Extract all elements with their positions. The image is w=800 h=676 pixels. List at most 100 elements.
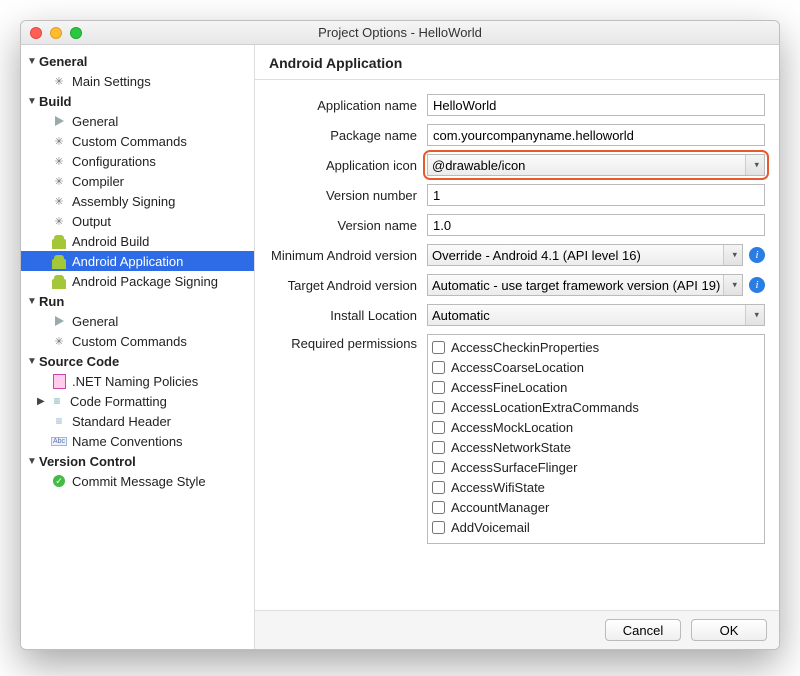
row-version-number: Version number (269, 184, 765, 206)
permission-item[interactable]: AccessNetworkState (432, 437, 760, 457)
check-icon (51, 473, 67, 489)
input-package-name[interactable] (427, 124, 765, 146)
sidebar-item[interactable]: Name Conventions (21, 431, 254, 451)
permission-checkbox[interactable] (432, 361, 445, 374)
select-application-icon[interactable]: @drawable/icon ▾ (427, 154, 765, 176)
select-minimum-version[interactable]: Override - Android 4.1 (API level 16) ▾ (427, 244, 743, 266)
sidebar-item[interactable]: Output (21, 211, 254, 231)
input-version-name[interactable] (427, 214, 765, 236)
select-target-version[interactable]: Automatic - use target framework version… (427, 274, 743, 296)
sidebar-group[interactable]: ▼Run (21, 291, 254, 311)
sidebar-item-label: Custom Commands (72, 334, 187, 349)
permission-item[interactable]: AccessLocationExtraCommands (432, 397, 760, 417)
gear-icon (51, 133, 67, 149)
disclosure-icon: ▼ (27, 456, 37, 467)
sidebar-item-label: General (72, 314, 118, 329)
permission-label: AccountManager (451, 500, 549, 515)
row-application-icon: Application icon @drawable/icon ▾ (269, 154, 765, 176)
sidebar-item[interactable]: General (21, 111, 254, 131)
permission-item[interactable]: AccessFineLocation (432, 377, 760, 397)
permission-label: AccessNetworkState (451, 440, 571, 455)
sidebar-item[interactable]: ▶ Code Formatting (21, 391, 254, 411)
disclosure-icon: ▶ (37, 396, 47, 407)
sidebar-item[interactable]: Custom Commands (21, 131, 254, 151)
disclosure-icon: ▼ (27, 96, 37, 107)
sidebar-item[interactable]: Commit Message Style (21, 471, 254, 491)
android-icon (51, 273, 67, 289)
sidebar-item[interactable]: Standard Header (21, 411, 254, 431)
sidebar-item[interactable]: General (21, 311, 254, 331)
sidebar-group-label: Build (39, 94, 72, 109)
permission-label: AccessFineLocation (451, 380, 567, 395)
sidebar-item-label: Code Formatting (70, 394, 167, 409)
select-install-location[interactable]: Automatic ▾ (427, 304, 765, 326)
window-title: Project Options - HelloWorld (318, 25, 482, 40)
row-application-name: Application name (269, 94, 765, 116)
input-application-name[interactable] (427, 94, 765, 116)
permission-item[interactable]: AccessWifiState (432, 477, 760, 497)
label-application-name: Application name (269, 98, 427, 113)
permission-checkbox[interactable] (432, 481, 445, 494)
info-icon[interactable] (749, 277, 765, 293)
row-target-version: Target Android version Automatic - use t… (269, 274, 765, 296)
permission-checkbox[interactable] (432, 461, 445, 474)
permission-checkbox[interactable] (432, 501, 445, 514)
section-heading: Android Application (255, 45, 779, 80)
label-application-icon: Application icon (269, 158, 427, 173)
permission-checkbox[interactable] (432, 421, 445, 434)
permission-item[interactable]: AccessSurfaceFlinger (432, 457, 760, 477)
sidebar-item[interactable]: Main Settings (21, 71, 254, 91)
permission-checkbox[interactable] (432, 381, 445, 394)
sidebar-item-label: Assembly Signing (72, 194, 175, 209)
info-icon[interactable] (749, 247, 765, 263)
ok-button[interactable]: OK (691, 619, 767, 641)
sidebar-group[interactable]: ▼Build (21, 91, 254, 111)
sidebar-group[interactable]: ▼General (21, 51, 254, 71)
gear-icon (51, 193, 67, 209)
titlebar: Project Options - HelloWorld (21, 21, 779, 45)
permission-checkbox[interactable] (432, 341, 445, 354)
label-version-name: Version name (269, 218, 427, 233)
permission-label: AddVoicemail (451, 520, 530, 535)
permission-checkbox[interactable] (432, 441, 445, 454)
sidebar-item[interactable]: Configurations (21, 151, 254, 171)
permission-label: AccessLocationExtraCommands (451, 400, 639, 415)
sidebar-item[interactable]: Android Application (21, 251, 254, 271)
sidebar-group-label: Run (39, 294, 64, 309)
permission-label: AccessWifiState (451, 480, 545, 495)
sidebar-group-label: General (39, 54, 87, 69)
sidebar-item[interactable]: Assembly Signing (21, 191, 254, 211)
sidebar-item[interactable]: Android Build (21, 231, 254, 251)
row-package-name: Package name (269, 124, 765, 146)
zoom-icon[interactable] (70, 27, 82, 39)
sidebar-group-label: Version Control (39, 454, 136, 469)
sidebar-item[interactable]: .NET Naming Policies (21, 371, 254, 391)
permission-item[interactable]: AccountManager (432, 497, 760, 517)
input-version-number[interactable] (427, 184, 765, 206)
permission-label: AccessSurfaceFlinger (451, 460, 577, 475)
permission-checkbox[interactable] (432, 521, 445, 534)
sidebar-item[interactable]: Compiler (21, 171, 254, 191)
permission-label: AccessMockLocation (451, 420, 573, 435)
sidebar-item[interactable]: Custom Commands (21, 331, 254, 351)
permission-item[interactable]: AccessCheckinProperties (432, 337, 760, 357)
disclosure-icon: ▼ (27, 56, 37, 67)
sidebar-item[interactable]: Android Package Signing (21, 271, 254, 291)
sidebar-item-label: Configurations (72, 154, 156, 169)
sidebar-group[interactable]: ▼Source Code (21, 351, 254, 371)
permission-item[interactable]: AccessMockLocation (432, 417, 760, 437)
minimize-icon[interactable] (50, 27, 62, 39)
permission-checkbox[interactable] (432, 401, 445, 414)
sidebar-item-label: Custom Commands (72, 134, 187, 149)
permission-item[interactable]: AddVoicemail (432, 517, 760, 537)
cancel-button[interactable]: Cancel (605, 619, 681, 641)
permission-item[interactable]: AccessCoarseLocation (432, 357, 760, 377)
permissions-list[interactable]: AccessCheckinPropertiesAccessCoarseLocat… (427, 334, 765, 544)
close-icon[interactable] (30, 27, 42, 39)
sidebar-group[interactable]: ▼Version Control (21, 451, 254, 471)
gear-icon (51, 173, 67, 189)
label-version-number: Version number (269, 188, 427, 203)
sidebar-item-label: Name Conventions (72, 434, 183, 449)
sidebar-item-label: Android Package Signing (72, 274, 218, 289)
label-install-location: Install Location (269, 308, 427, 323)
